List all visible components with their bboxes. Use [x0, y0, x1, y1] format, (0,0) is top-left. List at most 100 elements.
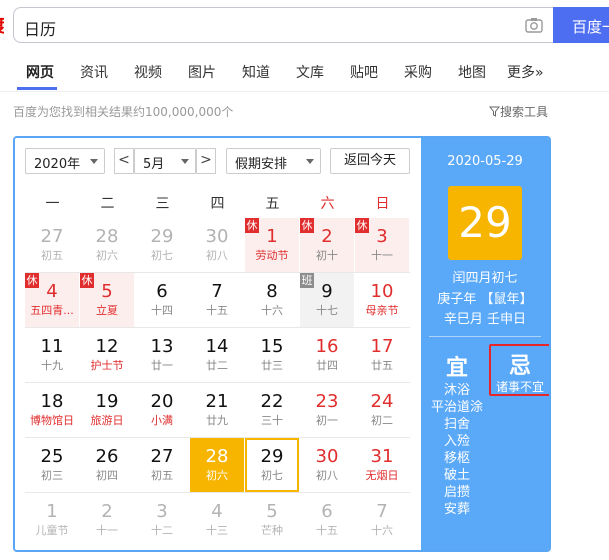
calendar-day[interactable]: 12 护士节	[80, 328, 134, 382]
calendar-day[interactable]: 1 儿童节	[25, 493, 79, 547]
calendar-main: 2020年 < 5月 > 假期安排 返回今天 一 二 三 四 五 六 日 27 初…	[15, 138, 421, 550]
calendar-day[interactable]: 休 3 十一	[355, 218, 409, 272]
lunar-label: 廿四	[316, 359, 338, 372]
search-tabs: 网页 资讯 视频 图片 知道 文库 贴吧 采购 地图 更多»	[0, 58, 609, 90]
tab-active-indicator	[17, 87, 57, 90]
day-number: 4	[211, 501, 223, 522]
weekday-label: 四	[210, 196, 225, 212]
day-number: 30	[205, 226, 229, 247]
yi-item: 入殓	[443, 434, 470, 449]
lunar-label: 五四青...	[30, 304, 74, 317]
calendar-day[interactable]: 5 芒种	[245, 493, 299, 547]
calendar-day[interactable]: 29 初七	[135, 218, 189, 272]
day-number: 29	[260, 446, 284, 467]
calendar-day[interactable]: 10 母亲节	[355, 273, 409, 327]
tab-wenku[interactable]: 文库	[296, 62, 324, 82]
search-button[interactable]: 百度一下	[553, 7, 609, 43]
day-number: 2	[101, 501, 113, 522]
calendar-day[interactable]: 班 9 十七	[300, 273, 354, 327]
tab-video[interactable]: 视频	[134, 62, 162, 82]
day-number: 24	[370, 391, 394, 412]
calendar-day[interactable]: 18 博物馆日	[25, 383, 79, 437]
calendar-day[interactable]: 休 1 劳动节	[245, 218, 299, 272]
calendar-day[interactable]: 23 初一	[300, 383, 354, 437]
holiday-select-value[interactable]: 假期安排	[235, 157, 287, 172]
chevron-down-icon	[181, 159, 189, 164]
calendar-controls: 2020年 < 5月 > 假期安排 返回今天	[15, 138, 421, 184]
lunar-label: 母亲节	[365, 304, 399, 317]
calendar-day[interactable]: 4 十三	[190, 493, 244, 547]
calendar-day[interactable]: 25 初三	[25, 438, 79, 492]
calendar-day[interactable]: 15 廿三	[245, 328, 299, 382]
calendar-day[interactable]: 30 初八	[300, 438, 354, 492]
calendar-day[interactable]: 27 初五	[25, 218, 79, 272]
calendar-day[interactable]: 30 初八	[190, 218, 244, 272]
calendar-day[interactable]: 28 初六	[190, 438, 244, 492]
calendar-day[interactable]: 休 5 立夏	[80, 273, 134, 327]
day-number: 3	[156, 501, 168, 522]
tab-news[interactable]: 资讯	[80, 62, 108, 82]
calendar-day[interactable]: 21 廿九	[190, 383, 244, 437]
calendar-day[interactable]: 11 十九	[25, 328, 79, 382]
day-number: 7	[376, 501, 388, 522]
year-select[interactable]: 2020年	[25, 148, 105, 174]
lunar-label: 初五	[41, 249, 63, 262]
calendar-day[interactable]: 3 十二	[135, 493, 189, 547]
calendar-day[interactable]: 16 廿四	[300, 328, 354, 382]
lunar-label: 廿三	[261, 359, 283, 372]
month-select[interactable]: 5月	[134, 148, 196, 174]
lunar-label: 十七	[316, 304, 338, 317]
calendar-day[interactable]: 7 十五	[190, 273, 244, 327]
calendar-day[interactable]: 休 2 初十	[300, 218, 354, 272]
day-number: 6	[156, 281, 168, 302]
calendar-day[interactable]: 28 初六	[80, 218, 134, 272]
calendar-day[interactable]: 7 十六	[355, 493, 409, 547]
back-to-today-button[interactable]: 返回今天	[330, 148, 410, 174]
calendar-day[interactable]: 6 十四	[135, 273, 189, 327]
calendar-day[interactable]: 24 初二	[355, 383, 409, 437]
prev-month-button[interactable]: <	[114, 148, 134, 174]
calendar-day[interactable]: 14 廿二	[190, 328, 244, 382]
calendar-day[interactable]: 6 十五	[300, 493, 354, 547]
holiday-select[interactable]: 假期安排	[226, 148, 321, 174]
lunar-label: 小满	[151, 414, 173, 427]
day-number: 27	[150, 446, 174, 467]
day-number: 10	[370, 281, 394, 302]
tab-web[interactable]: 网页	[26, 62, 54, 82]
calendar-day[interactable]: 31 无烟日	[355, 438, 409, 492]
calendar-day[interactable]: 29 初七	[245, 438, 299, 492]
lunar-label: 初四	[96, 469, 118, 482]
calendar-day[interactable]: 20 小满	[135, 383, 189, 437]
calendar-day[interactable]: 2 十一	[80, 493, 134, 547]
tab-tieba[interactable]: 贴吧	[350, 62, 378, 82]
search-tools[interactable]: 搜索工具	[488, 103, 548, 120]
calendar-day[interactable]: 8 十六	[245, 273, 299, 327]
tab-more[interactable]: 更多»	[507, 62, 544, 82]
month-select-value[interactable]: 5月	[143, 157, 164, 172]
day-number: 19	[95, 391, 119, 412]
day-number: 31	[370, 446, 394, 467]
lunar-label: 初十	[316, 249, 338, 262]
calendar-day[interactable]: 休 4 五四青...	[25, 273, 79, 327]
tab-purchase[interactable]: 采购	[404, 62, 432, 82]
calendar-day[interactable]: 13 廿一	[135, 328, 189, 382]
lunar-date: 闰四月初七	[452, 271, 518, 286]
year-select-value[interactable]: 2020年	[34, 157, 80, 172]
tab-images[interactable]: 图片	[188, 62, 216, 82]
lunar-label: 芒种	[261, 524, 283, 537]
tab-zhidao[interactable]: 知道	[242, 62, 270, 82]
camera-icon[interactable]	[525, 17, 543, 33]
calendar-day[interactable]: 19 旅游日	[80, 383, 134, 437]
calendar-day[interactable]: 17 廿五	[355, 328, 409, 382]
ji-text: 诸事不宜	[495, 380, 544, 394]
calendar-day[interactable]: 26 初四	[80, 438, 134, 492]
day-detail-panel: 2020-05-29 29 闰四月初七 庚子年 【鼠年】 辛巳月 壬申日 宜 沐…	[421, 138, 549, 550]
search-input[interactable]: 日历	[13, 7, 553, 43]
calendar-day[interactable]: 27 初五	[135, 438, 189, 492]
next-month-button[interactable]: >	[196, 148, 216, 174]
search-query[interactable]: 日历	[24, 16, 56, 40]
search-tools-label[interactable]: 搜索工具	[500, 105, 548, 119]
calendar-day[interactable]: 22 三十	[245, 383, 299, 437]
day-number: 18	[40, 391, 64, 412]
tab-map[interactable]: 地图	[458, 62, 486, 82]
